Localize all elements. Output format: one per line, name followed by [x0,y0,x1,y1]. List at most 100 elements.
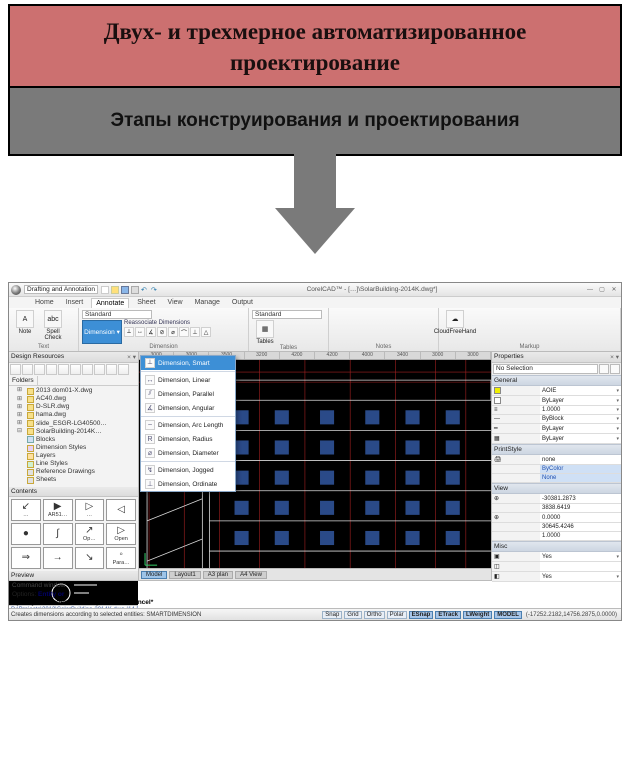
qat-redo-icon[interactable]: ↷ [151,286,159,294]
quickselect-icon[interactable] [599,364,609,374]
dim-arclen-icon: ⌢ [145,420,155,430]
group-dimension-label: Dimension [82,344,245,350]
dim-angular-icon: ∡ [145,403,155,413]
dim-tool-6-icon[interactable]: ⌒ [179,327,189,337]
app-icon[interactable] [11,285,21,295]
layer-color-swatch [494,387,501,394]
tab-view[interactable]: View [164,298,187,308]
table-style-select[interactable]: Standard [252,310,322,319]
qat-undo-icon[interactable]: ↶ [141,286,149,294]
dr-tool-icon[interactable] [70,364,81,375]
tab-layout1[interactable]: Layout1 [169,571,200,579]
dimension-menu: ⟂Dimension, Smart ↔Dimension, Linear ⫽Di… [140,355,236,492]
tables-button[interactable]: ▦ Tables [252,320,278,345]
pickadd-icon[interactable] [610,364,620,374]
dim-menu-linear[interactable]: ↔Dimension, Linear [141,373,235,387]
tab-model[interactable]: Model [141,571,167,579]
minimize-icon[interactable]: — [585,286,595,294]
contents-grid[interactable]: ↙… ▶AR51… ▷… ◁ ● ∫ ↗Op… ▷Open ⇒ → ↘ ◦Par… [9,497,138,571]
dim-tool-3-icon[interactable]: ∡ [146,327,156,337]
toggle-etrack[interactable]: ETrack [435,611,461,619]
dim-menu-smart[interactable]: ⟂Dimension, Smart [141,356,235,370]
dim-parallel-icon: ⫽ [145,389,155,399]
dr-tool-icon[interactable] [118,364,129,375]
reassociate-button[interactable]: Reassociate Dimensions [124,320,211,326]
dr-tool-icon[interactable] [58,364,69,375]
dim-style-select[interactable]: Standard [82,310,152,319]
toggle-esnap[interactable]: ESnap [409,611,434,619]
panel-close-icon[interactable]: × ▾ [127,353,136,361]
qat-print-icon[interactable] [131,286,139,294]
dr-tool-icon[interactable] [82,364,93,375]
selection-filter[interactable]: No Selection [493,364,598,374]
tab-a3plan[interactable]: A3 plan [203,571,233,579]
tab-a4view[interactable]: A4 View [235,571,267,579]
tab-home[interactable]: Home [31,298,58,308]
view-z-icon: ⊕ [494,514,499,521]
tab-manage[interactable]: Manage [191,298,224,308]
dr-tool-icon[interactable] [34,364,45,375]
status-message: Creates dimensions according to selected… [11,612,320,618]
spellcheck-icon: abc [44,310,62,328]
dim-menu-radius[interactable]: RDimension, Radius [141,432,235,446]
ribbon: A Note abc Spell Check Text Standard Dim… [9,308,621,352]
folders-tab-bar: Folders [9,376,138,386]
toggle-polar[interactable]: Polar [387,611,407,619]
dr-tool-icon[interactable] [94,364,105,375]
spellcheck-button[interactable]: abc Spell Check [40,310,66,341]
group-text-label: Text [12,344,75,350]
contents-title: Contents [9,487,138,497]
toggle-grid[interactable]: Grid [344,611,361,619]
toggle-snap[interactable]: Snap [322,611,342,619]
qat-new-icon[interactable] [101,286,109,294]
section-misc: Misc [492,541,621,552]
dim-linear-icon: ↔ [145,375,155,385]
tab-output[interactable]: Output [228,298,257,308]
toggle-ortho[interactable]: Ortho [364,611,385,619]
printstyle-icon: 🖨 [494,456,502,463]
dim-menu-ordinate[interactable]: ⊥Dimension, Ordinate [141,477,235,491]
folders-tab[interactable]: Folders [9,376,38,385]
toggle-lweight[interactable]: LWeight [463,611,492,619]
maximize-icon[interactable]: ▢ [597,286,607,294]
dr-tool-icon[interactable] [22,364,33,375]
section-general: General [492,375,621,386]
dim-tool-7-icon[interactable]: ⊥ [190,327,200,337]
dimension-dropdown-button[interactable]: Dimension ▾ [82,320,122,344]
file-tree[interactable]: ⊞2013 dom01-X.dwg ⊞AC40.dwg ⊞D-SLR.dwg ⊞… [9,386,138,487]
toggle-model[interactable]: MODEL [494,611,522,619]
tab-insert[interactable]: Insert [62,298,88,308]
tab-sheet[interactable]: Sheet [133,298,159,308]
dim-menu-angular[interactable]: ∡Dimension, Angular [141,401,235,415]
dim-tool-2-icon[interactable]: ↔ [135,327,145,337]
dim-menu-jogged[interactable]: ↯Dimension, Jogged [141,463,235,477]
dr-tool-icon[interactable] [10,364,21,375]
dim-tool-5-icon[interactable]: ⌀ [168,327,178,337]
dr-tool-icon[interactable] [46,364,57,375]
dim-menu-parallel[interactable]: ⫽Dimension, Parallel [141,387,235,401]
dim-menu-arclength[interactable]: ⌢Dimension, Arc Length [141,418,235,432]
tab-annotate[interactable]: Annotate [91,298,129,308]
dr-tool-icon[interactable] [106,364,117,375]
note-button[interactable]: A Note [12,310,38,335]
workspace-select[interactable]: Drafting and Annotation [24,285,98,294]
dim-ordinate-icon: ⊥ [145,479,155,489]
diagram-arrow-head [8,208,622,254]
dim-tool-4-icon[interactable]: ⊘ [157,327,167,337]
dim-tool-8-icon[interactable]: △ [201,327,211,337]
ribbon-tabs: Home Insert Annotate Sheet View Manage O… [9,297,621,308]
panel-close-icon[interactable]: × ▾ [610,353,619,361]
close-icon[interactable]: ✕ [609,286,619,294]
layout-tabs: Model Layout1 A3 plan A4 View [139,568,491,580]
misc-icon: ◧ [494,573,500,580]
status-coordinates: (-17252.2182,14756.2875,0.0000) [524,612,619,618]
dim-menu-diameter[interactable]: ⌀Dimension, Diameter [141,446,235,460]
qat-open-icon[interactable] [111,286,119,294]
cloud-icon: ☁ [446,310,464,328]
dim-tool-1-icon[interactable]: ⟂ [124,327,134,337]
qat-save-icon[interactable] [121,286,129,294]
misc-icon: ◫ [494,563,500,570]
section-view: View [492,483,621,494]
cloud-freehand-button[interactable]: ☁ CloudFreeHand [442,310,468,335]
diagram-title-line1: Двух- и трехмерное автоматизированное [18,16,612,47]
